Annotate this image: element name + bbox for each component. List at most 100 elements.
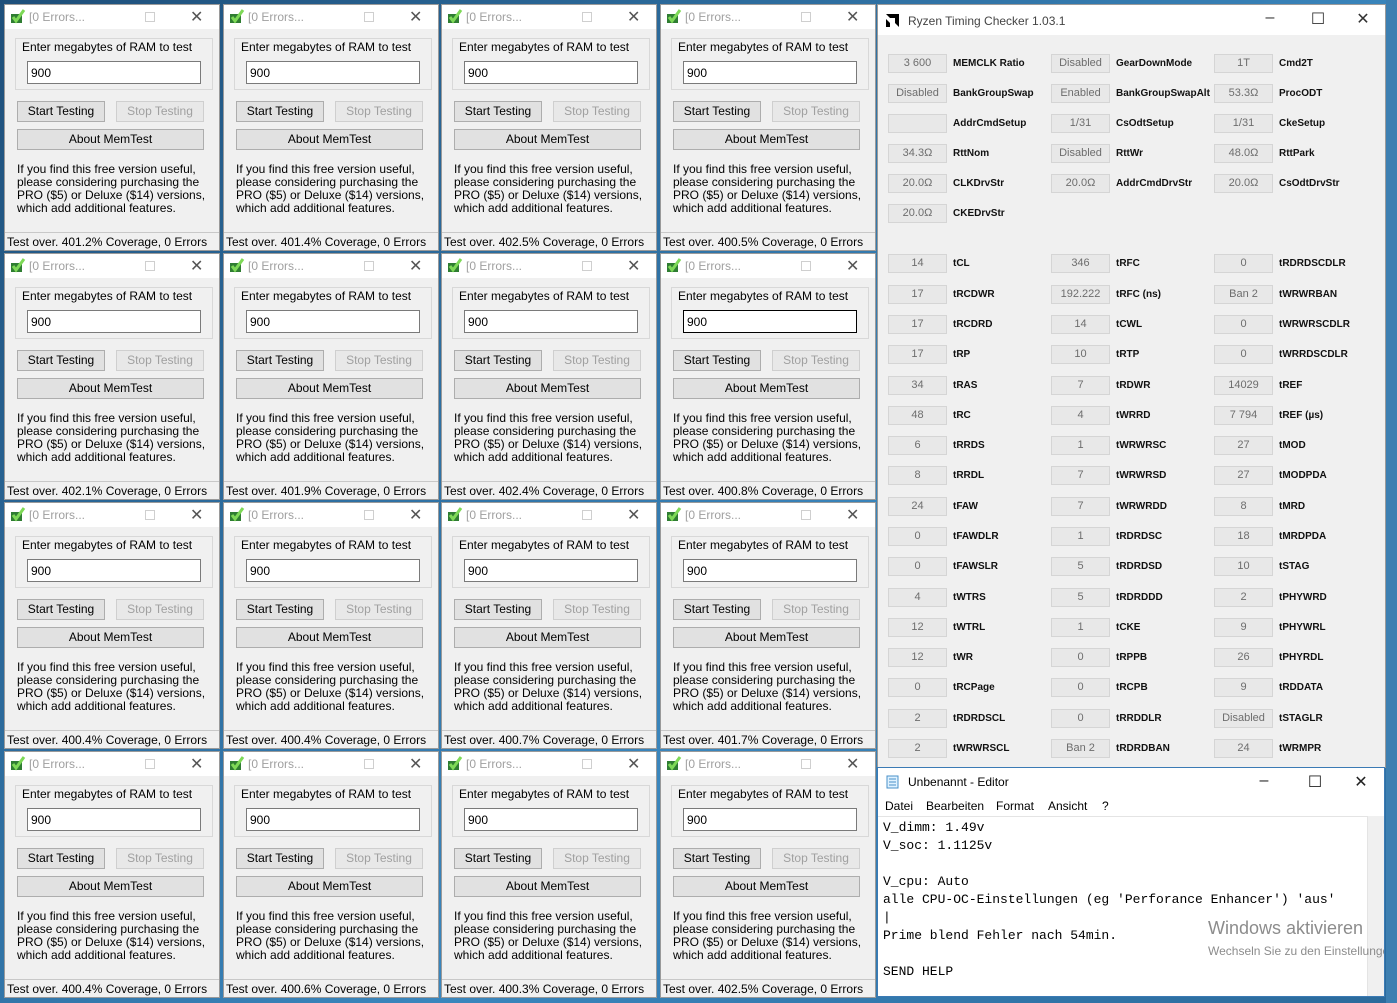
maximize-icon[interactable] [145,261,155,271]
maximize-icon[interactable] [145,12,155,22]
memtest-title-bar[interactable]: [0 Errors... ✕ [661,503,875,527]
memtest-title-bar[interactable]: [0 Errors... ✕ [661,752,875,776]
close-icon[interactable]: ✕ [190,754,203,774]
about-memtest-button[interactable]: About MemTest [454,876,641,897]
maximize-icon[interactable] [364,12,374,22]
memtest-title-bar[interactable]: [0 Errors... ✕ [661,5,875,29]
close-icon[interactable]: ✕ [627,7,640,27]
rtc-title-bar[interactable]: Ryzen Timing Checker 1.03.1 – ☐ ✕ [878,5,1385,35]
memtest-title-bar[interactable]: [0 Errors... ✕ [5,5,219,29]
start-testing-button[interactable]: Start Testing [454,599,542,620]
stop-testing-button[interactable]: Stop Testing [772,848,860,869]
start-testing-button[interactable]: Start Testing [673,599,761,620]
maximize-icon[interactable] [801,12,811,22]
close-icon[interactable]: ✕ [409,7,422,27]
about-memtest-button[interactable]: About MemTest [673,627,860,648]
close-icon[interactable]: ✕ [846,505,859,525]
stop-testing-button[interactable]: Stop Testing [553,848,641,869]
menu-help[interactable]: ? [1102,799,1109,813]
about-memtest-button[interactable]: About MemTest [17,378,204,399]
menu-ansicht[interactable]: Ansicht [1048,799,1087,813]
about-memtest-button[interactable]: About MemTest [673,378,860,399]
close-icon[interactable]: ✕ [627,505,640,525]
close-icon[interactable]: ✕ [190,505,203,525]
maximize-icon[interactable]: ☐ [1298,9,1338,29]
close-icon[interactable]: ✕ [846,7,859,27]
memtest-title-bar[interactable]: [0 Errors... ✕ [224,752,438,776]
close-icon[interactable]: ✕ [409,505,422,525]
start-testing-button[interactable]: Start Testing [454,350,542,371]
close-icon[interactable]: ✕ [190,256,203,276]
maximize-icon[interactable] [582,759,592,769]
ram-megabytes-input[interactable]: 900 [246,310,420,333]
about-memtest-button[interactable]: About MemTest [17,876,204,897]
stop-testing-button[interactable]: Stop Testing [553,101,641,122]
ram-megabytes-input[interactable]: 900 [27,808,201,831]
notepad-title-bar[interactable]: Unbenannt - Editor – ☐ ✕ [878,768,1384,796]
ram-megabytes-input[interactable]: 900 [27,310,201,333]
maximize-icon[interactable] [801,261,811,271]
ram-megabytes-input[interactable]: 900 [464,61,638,84]
maximize-icon[interactable] [364,759,374,769]
maximize-icon[interactable] [582,510,592,520]
stop-testing-button[interactable]: Stop Testing [335,599,423,620]
memtest-title-bar[interactable]: [0 Errors... ✕ [5,254,219,278]
maximize-icon[interactable] [364,510,374,520]
memtest-title-bar[interactable]: [0 Errors... ✕ [442,254,656,278]
stop-testing-button[interactable]: Stop Testing [116,599,204,620]
stop-testing-button[interactable]: Stop Testing [335,350,423,371]
about-memtest-button[interactable]: About MemTest [236,129,423,150]
maximize-icon[interactable] [801,759,811,769]
start-testing-button[interactable]: Start Testing [236,350,324,371]
ram-megabytes-input[interactable]: 900 [246,808,420,831]
memtest-title-bar[interactable]: [0 Errors... ✕ [224,254,438,278]
start-testing-button[interactable]: Start Testing [236,101,324,122]
close-icon[interactable]: ✕ [409,256,422,276]
stop-testing-button[interactable]: Stop Testing [772,350,860,371]
menu-datei[interactable]: Datei [885,799,913,813]
ram-megabytes-input[interactable]: 900 [683,559,857,582]
stop-testing-button[interactable]: Stop Testing [116,848,204,869]
about-memtest-button[interactable]: About MemTest [454,627,641,648]
stop-testing-button[interactable]: Stop Testing [553,599,641,620]
stop-testing-button[interactable]: Stop Testing [553,350,641,371]
ram-megabytes-input[interactable]: 900 [683,808,857,831]
stop-testing-button[interactable]: Stop Testing [116,350,204,371]
stop-testing-button[interactable]: Stop Testing [116,101,204,122]
start-testing-button[interactable]: Start Testing [673,101,761,122]
memtest-title-bar[interactable]: [0 Errors... ✕ [442,5,656,29]
memtest-title-bar[interactable]: [0 Errors... ✕ [224,503,438,527]
maximize-icon[interactable] [364,261,374,271]
about-memtest-button[interactable]: About MemTest [673,876,860,897]
about-memtest-button[interactable]: About MemTest [236,627,423,648]
close-icon[interactable]: ✕ [846,256,859,276]
memtest-title-bar[interactable]: [0 Errors... ✕ [442,752,656,776]
close-icon[interactable]: ✕ [1343,9,1383,29]
menu-format[interactable]: Format [996,799,1034,813]
maximize-icon[interactable] [145,759,155,769]
maximize-icon[interactable] [582,261,592,271]
close-icon[interactable]: ✕ [190,7,203,27]
stop-testing-button[interactable]: Stop Testing [772,599,860,620]
minimize-icon[interactable]: – [1250,9,1290,27]
start-testing-button[interactable]: Start Testing [454,101,542,122]
ram-megabytes-input[interactable]: 900 [246,61,420,84]
about-memtest-button[interactable]: About MemTest [454,378,641,399]
ram-megabytes-input[interactable]: 900 [27,559,201,582]
memtest-title-bar[interactable]: [0 Errors... ✕ [661,254,875,278]
about-memtest-button[interactable]: About MemTest [673,129,860,150]
start-testing-button[interactable]: Start Testing [236,848,324,869]
memtest-title-bar[interactable]: [0 Errors... ✕ [5,503,219,527]
memtest-title-bar[interactable]: [0 Errors... ✕ [442,503,656,527]
ram-megabytes-input[interactable]: 900 [683,310,857,333]
close-icon[interactable]: ✕ [627,256,640,276]
about-memtest-button[interactable]: About MemTest [236,876,423,897]
about-memtest-button[interactable]: About MemTest [17,129,204,150]
start-testing-button[interactable]: Start Testing [673,848,761,869]
stop-testing-button[interactable]: Stop Testing [335,101,423,122]
ram-megabytes-input[interactable]: 900 [464,310,638,333]
notepad-text-area[interactable]: V_dimm: 1.49v V_soc: 1.1125v V_cpu: Auto… [878,816,1368,996]
memtest-title-bar[interactable]: [0 Errors... ✕ [224,5,438,29]
maximize-icon[interactable]: ☐ [1295,772,1335,792]
start-testing-button[interactable]: Start Testing [673,350,761,371]
